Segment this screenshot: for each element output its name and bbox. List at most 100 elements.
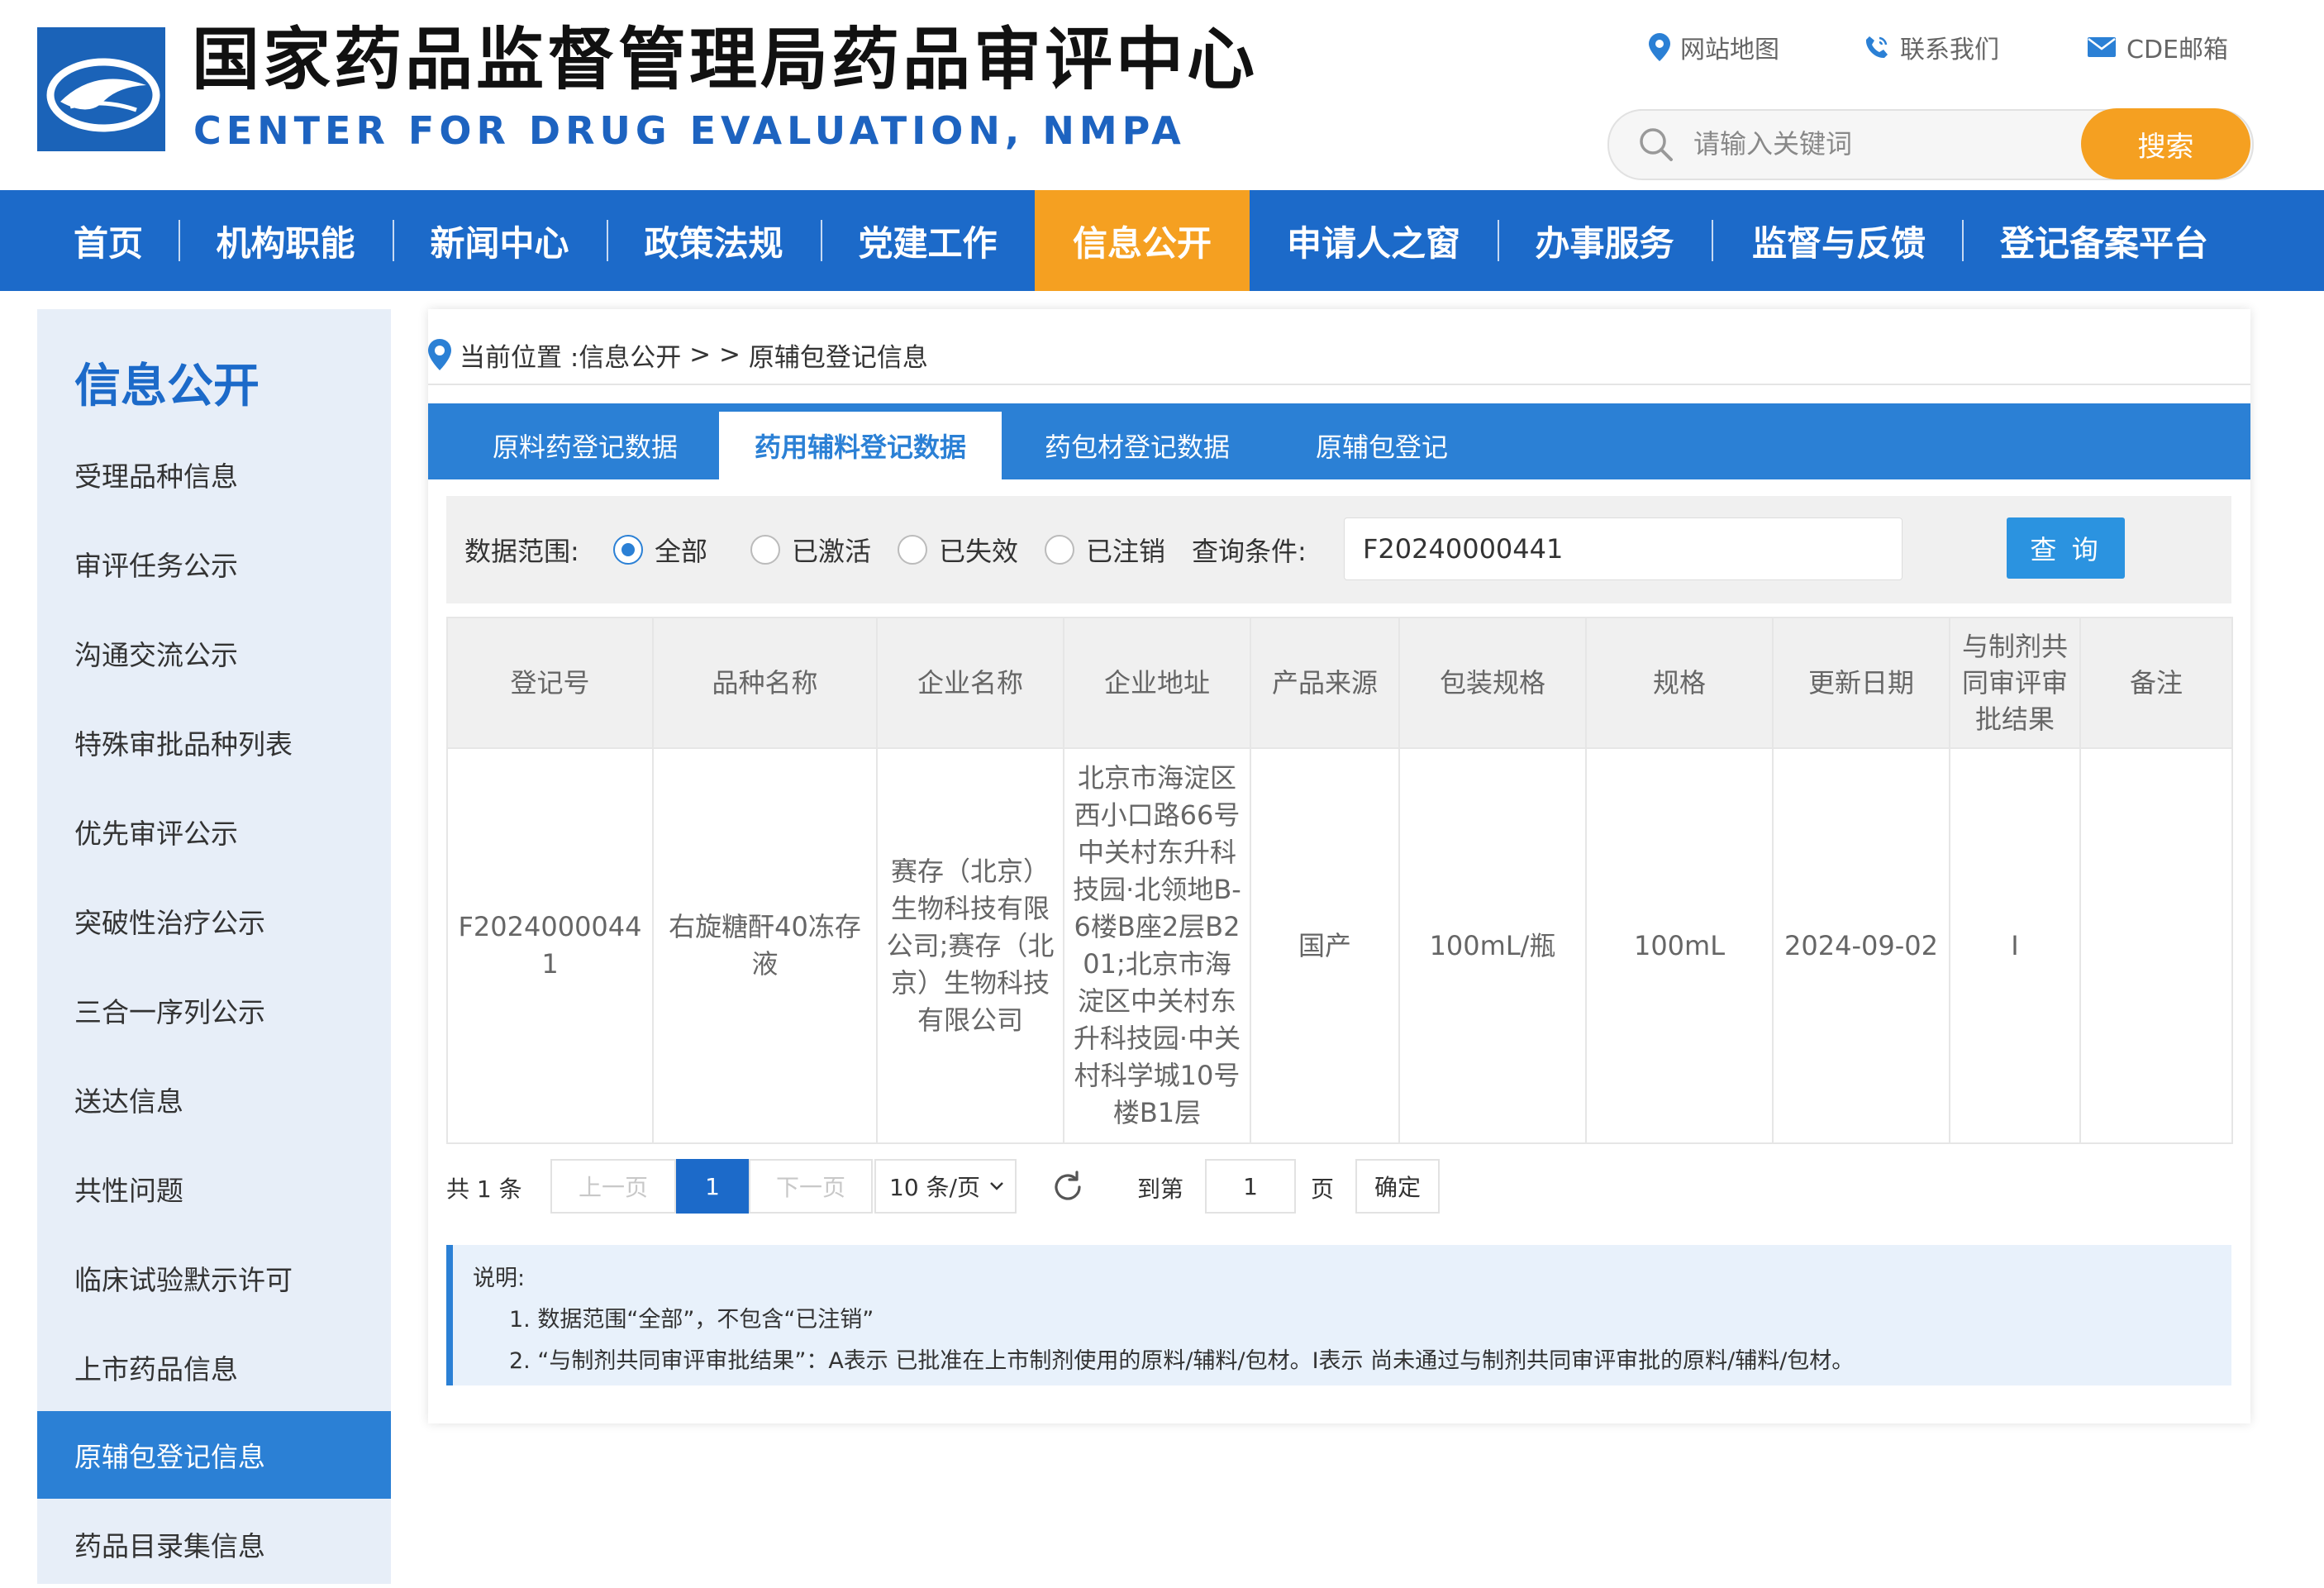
breadcrumb-separator: > > xyxy=(681,340,749,370)
cde-logo[interactable] xyxy=(37,27,165,151)
sidebar-item-clinical-trial[interactable]: 临床试验默示许可 xyxy=(37,1234,391,1322)
notes-box: 说明: 1. 数据范围“全部”，不包含“已注销” 2. “与制剂共同审评审批结果… xyxy=(446,1245,2231,1385)
nav-org-functions[interactable]: 机构职能 xyxy=(197,190,374,291)
prev-page-button[interactable]: 上一页 xyxy=(550,1159,676,1214)
radio-expired[interactable] xyxy=(898,535,927,565)
goto-label: 到第 xyxy=(1137,1176,1184,1203)
sidebar-item-communication[interactable]: 沟通交流公示 xyxy=(37,609,391,697)
nav-registration-platform[interactable]: 登记备案平台 xyxy=(1980,190,2228,291)
query-button[interactable]: 查 询 xyxy=(2007,517,2125,579)
page-1-button[interactable]: 1 xyxy=(676,1159,749,1214)
radio-all[interactable] xyxy=(613,535,643,565)
sidebar-item-priority-review[interactable]: 优先审评公示 xyxy=(37,788,391,875)
radio-active[interactable] xyxy=(750,535,780,565)
sidebar-item-drug-catalog[interactable]: 药品目录集信息 xyxy=(37,1500,391,1588)
nav-applicant-window[interactable]: 申请人之窗 xyxy=(1264,190,1483,291)
cell-company-name: 赛存（北京）生物科技有限公司;赛存（北京）生物科技有限公司 xyxy=(876,747,1064,1144)
sidebar-item-marketed-drugs[interactable]: 上市药品信息 xyxy=(37,1323,391,1411)
nav-policy[interactable]: 政策法规 xyxy=(625,190,802,291)
divider xyxy=(428,384,2250,385)
nav-home[interactable]: 首页 xyxy=(56,190,160,291)
nav-divider xyxy=(1962,220,1964,261)
page-size-select[interactable]: 10 条/页 xyxy=(874,1159,1017,1214)
sidebar-item-special-approval[interactable]: 特殊审批品种列表 xyxy=(37,699,391,786)
breadcrumb: 当前位置 : 信息公开 > > 原辅包登记信息 xyxy=(428,334,928,375)
note-line-1: 1. 数据范围“全部”，不包含“已注销” xyxy=(509,1307,874,1333)
radio-expired-label[interactable]: 已失效 xyxy=(939,496,1018,603)
main-content: 当前位置 : 信息公开 > > 原辅包登记信息 原料药登记数据 药用辅料登记数据… xyxy=(428,309,2250,1423)
cell-company-address: 北京市海淀区西小口路66号中关村东升科技园·北领地B-6楼B座2层B201;北京… xyxy=(1063,747,1251,1144)
sidebar-item-common-issues[interactable]: 共性问题 xyxy=(37,1145,391,1233)
radio-all-label[interactable]: 全部 xyxy=(655,496,707,603)
cell-registration-no: F20240000441 xyxy=(446,747,654,1144)
next-page-button[interactable]: 下一页 xyxy=(749,1159,873,1214)
page-size-value: 10 条/页 xyxy=(889,1174,980,1201)
nav-divider xyxy=(393,220,394,261)
sidebar-item-review-tasks[interactable]: 审评任务公示 xyxy=(37,520,391,608)
col-header-remarks: 备注 xyxy=(2079,617,2233,749)
table-row: F20240000441 右旋糖酐40冻存液 赛存（北京）生物科技有限公司;赛存… xyxy=(446,747,2233,1144)
cell-update-date: 2024-09-02 xyxy=(1772,747,1950,1144)
nav-news[interactable]: 新闻中心 xyxy=(411,190,588,291)
sidebar-item-breakthrough[interactable]: 突破性治疗公示 xyxy=(37,877,391,965)
col-header-registration-no: 登记号 xyxy=(446,617,654,749)
col-header-company-name: 企业名称 xyxy=(876,617,1064,749)
refresh-icon[interactable] xyxy=(1050,1169,1086,1205)
nav-info-disclosure[interactable]: 信息公开 xyxy=(1035,190,1250,291)
col-header-joint-review-result: 与制剂共同审评审批结果 xyxy=(1949,617,2081,749)
goto-page-input[interactable] xyxy=(1205,1159,1296,1214)
nav-services[interactable]: 办事服务 xyxy=(1516,190,1693,291)
nav-party-building[interactable]: 党建工作 xyxy=(839,190,1017,291)
radio-cancelled-label[interactable]: 已注销 xyxy=(1086,496,1165,603)
sidebar-item-three-in-one[interactable]: 三合一序列公示 xyxy=(37,966,391,1054)
query-filter: 数据范围: 全部 已激活 已失效 已注销 查询条件: 查 询 xyxy=(446,496,2231,603)
nav-divider xyxy=(1712,220,1713,261)
radio-active-label[interactable]: 已激活 xyxy=(792,496,871,603)
sidebar-item-delivery[interactable]: 送达信息 xyxy=(37,1056,391,1143)
nav-supervision-feedback[interactable]: 监督与反馈 xyxy=(1730,190,1948,291)
col-header-company-address: 企业地址 xyxy=(1063,617,1251,749)
cell-variety-name: 右旋糖酐40冻存液 xyxy=(652,747,878,1144)
cell-remarks xyxy=(2079,747,2233,1144)
sidebar-item-api-excipient-registration[interactable]: 原辅包登记信息 xyxy=(37,1411,391,1499)
cell-spec: 100mL xyxy=(1585,747,1774,1144)
sitemap-label: 网站地图 xyxy=(1680,36,1779,64)
search-icon xyxy=(1640,128,1673,161)
site-title-cn: 国家药品监督管理局药品审评中心 xyxy=(192,21,1259,99)
breadcrumb-current: 原辅包登记信息 xyxy=(748,342,928,373)
location-pin-icon xyxy=(428,339,451,370)
contact-link[interactable]: 联系我们 xyxy=(1864,29,1999,65)
breadcrumb-parent[interactable]: 信息公开 xyxy=(579,336,681,374)
sidebar-item-accepted-varieties[interactable]: 受理品种信息 xyxy=(37,431,391,518)
cde-mail-link[interactable]: CDE邮箱 xyxy=(2087,29,2228,65)
note-line-2: 2. “与制剂共同审评审批结果”：A表示 已批准在上市制剂使用的原料/辅料/包材… xyxy=(509,1348,1855,1374)
sidebar: 信息公开 受理品种信息 审评任务公示 沟通交流公示 特殊审批品种列表 优先审评公… xyxy=(37,309,391,1584)
nav-divider xyxy=(1498,220,1499,261)
cell-product-source: 国产 xyxy=(1250,747,1400,1144)
col-header-package-spec: 包装规格 xyxy=(1398,617,1587,749)
tab-excipient-data[interactable]: 药用辅料登记数据 xyxy=(719,412,1002,479)
nav-divider xyxy=(607,220,608,261)
tab-api-data[interactable]: 原料药登记数据 xyxy=(455,412,716,479)
tab-packaging-data[interactable]: 药包材登记数据 xyxy=(1007,412,1268,479)
mail-icon xyxy=(2088,37,2116,57)
sitemap-link[interactable]: 网站地图 xyxy=(1649,29,1779,65)
site-search-input[interactable] xyxy=(1692,117,2026,170)
contact-label: 联系我们 xyxy=(1900,36,1999,64)
radio-cancelled[interactable] xyxy=(1045,535,1074,565)
site-title-en: CENTER FOR DRUG EVALUATION, NMPA xyxy=(193,108,1186,153)
top-links: 网站地图 联系我们 CDE邮箱 xyxy=(1645,29,2289,70)
goto-confirm-button[interactable]: 确定 xyxy=(1355,1159,1440,1214)
total-count: 共 1 条 xyxy=(446,1176,522,1203)
table-header-row: 登记号 品种名称 企业名称 企业地址 产品来源 包装规格 规格 更新日期 与制剂… xyxy=(446,617,2233,749)
tab-registration[interactable]: 原辅包登记 xyxy=(1268,412,1496,479)
page-unit-label: 页 xyxy=(1311,1176,1335,1203)
registration-tabs: 原料药登记数据 药用辅料登记数据 药包材登记数据 原辅包登记 xyxy=(428,403,2250,479)
col-header-product-source: 产品来源 xyxy=(1250,617,1400,749)
chevron-down-icon xyxy=(990,1182,1003,1190)
nav-divider xyxy=(821,220,822,261)
query-condition-input[interactable] xyxy=(1344,517,1903,580)
cell-joint-review-result: I xyxy=(1949,747,2081,1144)
site-search-button[interactable]: 搜索 xyxy=(2081,108,2250,179)
col-header-spec: 规格 xyxy=(1585,617,1774,749)
